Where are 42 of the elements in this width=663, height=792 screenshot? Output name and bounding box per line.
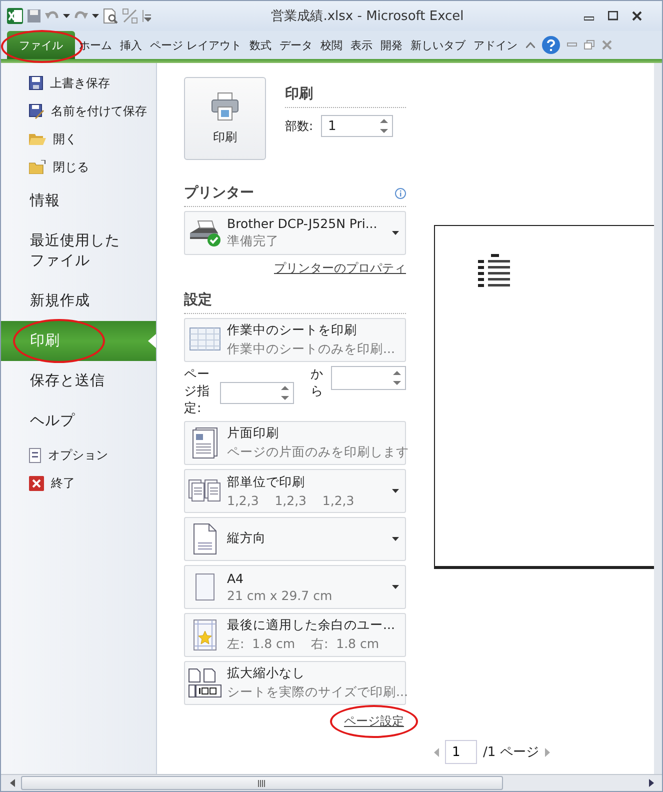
section-heading: 印刷	[285, 85, 313, 103]
copies-label: 部数:	[285, 118, 314, 134]
print-button[interactable]: 印刷	[184, 77, 266, 160]
settings-dropdown[interactable]: 最後に適用した余白のユー... 左: 1.8 cm 右: 1.8 cm	[184, 612, 406, 657]
ribbon-tab[interactable]: データ	[276, 31, 316, 59]
nav-item[interactable]: 終了	[1, 469, 156, 497]
ribbon-tab[interactable]: 新しいタブ	[406, 31, 470, 59]
settings-dropdown[interactable]: 縦方向	[184, 516, 406, 561]
nav-item[interactable]: ヘルプ	[1, 401, 156, 441]
ribbon-tab[interactable]: 校閲	[316, 31, 346, 59]
page-count: /1 ページ	[483, 744, 539, 761]
printer-dropdown[interactable]: Brother DCP-J525N Pri... 準備完了	[184, 211, 406, 255]
ribbon-tab[interactable]: 挿入	[116, 31, 146, 59]
settings-dropdown[interactable]: 作業中のシートを印刷 作業中のシートのみを印刷...	[184, 318, 406, 362]
copies-spinner[interactable]: 1	[321, 115, 394, 137]
settings-dropdown[interactable]: 部単位で印刷 1,2,3 1,2,3 1,2,3	[184, 468, 406, 513]
nav-item[interactable]: オプション	[1, 441, 156, 469]
ribbon-tab[interactable]: ファイル	[7, 31, 75, 59]
ribbon-tab[interactable]: 表示	[346, 31, 376, 59]
nav-item[interactable]: 閉じる	[1, 153, 156, 181]
nav-item[interactable]: 開く	[1, 125, 156, 153]
ribbon-tab[interactable]: ページ レイアウト	[146, 31, 246, 59]
nav-item[interactable]: 上書き保存	[1, 69, 156, 97]
nav-item[interactable]: 保存と送信	[1, 361, 156, 401]
nav-item[interactable]: 最近使用したファイル	[1, 221, 156, 281]
ribbon-tab[interactable]: アドイン	[470, 31, 522, 59]
page-number-field[interactable]: 1	[445, 740, 477, 764]
settings-dropdown[interactable]: 片面印刷 ページの片面のみを印刷します	[184, 420, 406, 465]
nav-item[interactable]: 名前を付けて保存	[1, 97, 156, 125]
printer-properties-link[interactable]: プリンターのプロパティ	[274, 260, 406, 277]
to-label: から	[310, 366, 324, 400]
settings-dropdown[interactable]: A4 21 cm x 29.7 cm	[184, 564, 406, 609]
nav-item[interactable]: 新規作成	[1, 281, 156, 321]
section-heading: プリンター	[184, 184, 254, 202]
settings-dropdown[interactable]: 拡大縮小なし シートを実際のサイズで印刷...	[184, 660, 406, 705]
ribbon-tab[interactable]: 数式	[246, 31, 276, 59]
page-setup-link[interactable]: ページ設定	[344, 712, 404, 730]
ribbon-tab[interactable]: 開発	[376, 31, 406, 59]
page-range-label: ページ指定:	[184, 366, 211, 417]
section-heading: 設定	[184, 291, 212, 309]
nav-item[interactable]: 情報	[1, 181, 156, 221]
window-title: 営業成績.xlsx - Microsoft Excel	[270, 8, 465, 25]
